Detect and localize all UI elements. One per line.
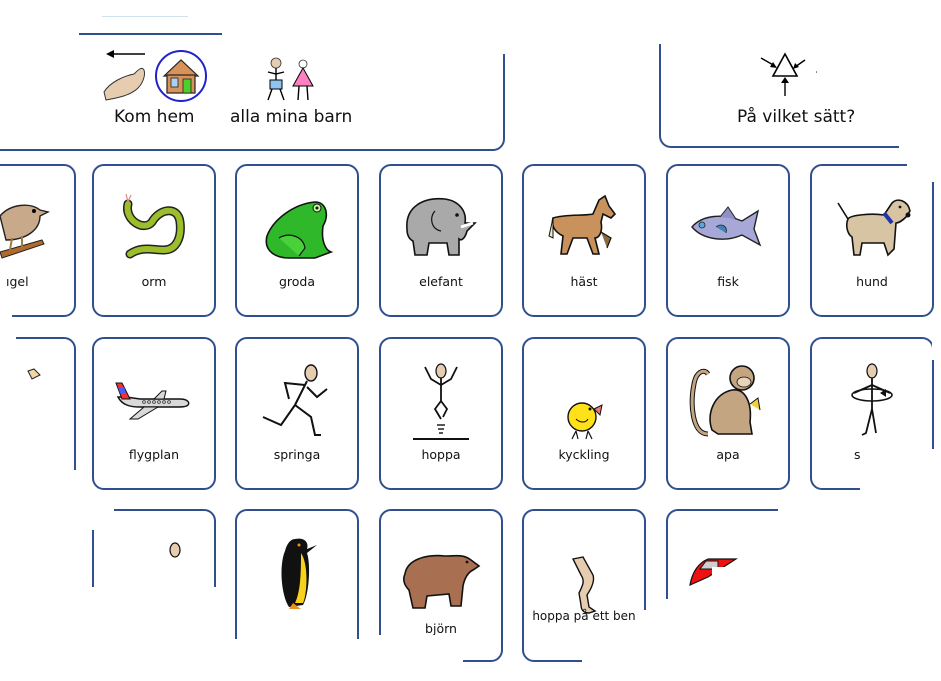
partial-animal-icon — [27, 368, 41, 380]
card-groda[interactable]: groda — [235, 164, 359, 317]
question-label: På vilket sätt? — [737, 107, 856, 127]
bear-icon — [393, 541, 489, 621]
word-alla-mina-barn[interactable]: alla mina barn — [228, 54, 358, 144]
card-hund[interactable]: hund — [810, 164, 934, 317]
fish-icon — [680, 188, 776, 268]
word-label: alla mina barn — [230, 107, 353, 127]
bird-icon — [0, 196, 62, 270]
card-apa[interactable]: apa — [666, 337, 790, 490]
card-label: groda — [278, 274, 316, 289]
spin-person-icon — [824, 361, 920, 441]
jump-icon — [393, 363, 489, 443]
penguin-icon — [249, 533, 345, 613]
snake-icon — [106, 188, 202, 268]
horse-icon — [536, 188, 632, 268]
card-label: apa — [716, 447, 740, 462]
question-panel[interactable]: På vilket sätt? — [659, 44, 899, 148]
card-row2-partial[interactable] — [0, 337, 76, 490]
card-label: björn — [425, 621, 457, 636]
mask — [0, 330, 16, 342]
mask — [80, 500, 114, 530]
card-label: hoppa på ett ben — [532, 609, 636, 623]
card-hast[interactable]: häst — [522, 164, 646, 317]
card-label: hund — [856, 274, 888, 289]
card-kyckling[interactable]: kyckling — [522, 337, 646, 490]
card-springa[interactable]: springa — [235, 337, 359, 490]
monkey-icon — [680, 361, 776, 441]
card-label: häst — [570, 274, 598, 289]
mask — [907, 160, 941, 182]
mask — [80, 587, 240, 677]
elephant-icon — [393, 188, 489, 268]
run-icon — [249, 361, 345, 441]
card-pingvin[interactable] — [233, 509, 367, 679]
card-bil[interactable] — [664, 507, 802, 679]
card-hoppa[interactable]: hoppa — [379, 337, 503, 490]
decorative-line — [102, 16, 188, 17]
card-hoppa-pa-ett-ben[interactable]: hoppa på ett ben — [522, 509, 662, 681]
partial-head-icon — [169, 542, 181, 558]
word-kom-hem[interactable]: Kom hem — [100, 44, 212, 144]
card-label: elefant — [419, 274, 463, 289]
how-triangle-arrows-icon — [760, 52, 817, 96]
card-label: springa — [273, 447, 321, 462]
card-label: ıgel — [6, 274, 29, 289]
mask — [377, 635, 463, 675]
card-label: flygplan — [128, 447, 180, 462]
mask — [664, 599, 724, 679]
card-label: orm — [141, 274, 167, 289]
mask — [0, 470, 80, 510]
card-flygplan[interactable]: flygplan — [92, 337, 216, 490]
come-home-icon — [103, 50, 207, 102]
frog-icon — [249, 188, 345, 268]
card-label: fisk — [717, 274, 739, 289]
word-label: Kom hem — [114, 107, 195, 127]
card-elefant[interactable]: elefant — [379, 164, 503, 317]
mask — [233, 639, 367, 679]
airplane-icon — [106, 361, 202, 441]
card-bjorn[interactable]: björn — [377, 509, 503, 675]
card-fisk[interactable]: fisk — [666, 164, 790, 317]
card-fagel[interactable]: ıgel — [0, 164, 76, 317]
mask — [778, 507, 798, 607]
card-snurra-partial[interactable]: s — [810, 337, 940, 495]
mask-none — [642, 507, 652, 627]
card-label: kyckling — [558, 447, 610, 462]
card-label: hoppa — [421, 447, 461, 462]
mask — [0, 300, 12, 322]
dog-icon — [824, 188, 920, 268]
sentence-bar-top-border — [79, 33, 222, 35]
children-icon — [267, 57, 314, 101]
mask — [860, 449, 940, 495]
mask — [932, 330, 941, 360]
card-orm[interactable]: orm — [92, 164, 216, 317]
